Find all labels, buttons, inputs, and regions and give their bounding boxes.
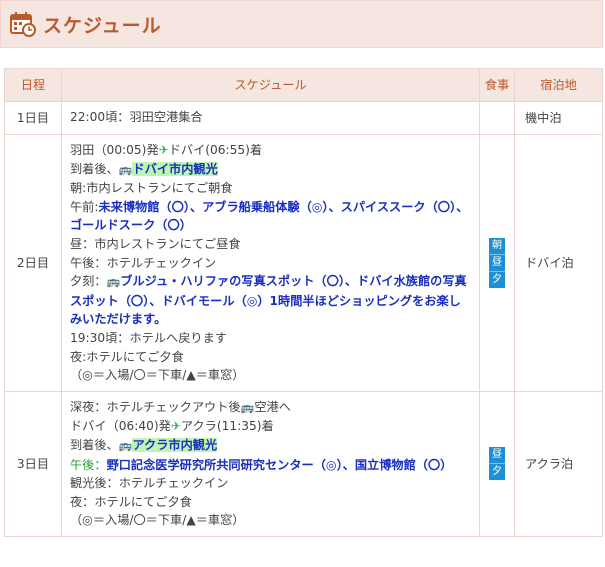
- table-row: 1日目 22:00頃：羽田空港集合 機中泊: [4, 101, 603, 135]
- evening-line: 夕刻：🚌ブルジュ・ハリファの写真スポット（〇）、ドバイ水族館の写真スポット（〇）…: [70, 272, 471, 329]
- meal-badge: 朝 昼 夕: [489, 237, 505, 288]
- meal-dinner: 夕: [492, 466, 502, 478]
- meal-dinner: 夕: [492, 273, 502, 285]
- flight-arrival: アクラ(11:35)着: [180, 419, 274, 434]
- schedule-cell: 深夜：ホテルチェックアウト後🚌空港へ ドバイ（06:40)発✈アクラ(11:35…: [61, 390, 480, 537]
- day-cell: 3日目: [4, 390, 62, 537]
- schedule-page: スケジュール 日程 スケジュール 食事 宿泊地 1日目 22:00頃：羽田空港集…: [0, 0, 605, 567]
- stay-cell: ドバイ泊: [514, 134, 603, 392]
- bus-icon: 🚌: [106, 275, 121, 289]
- bus-icon: 🚌: [118, 162, 133, 176]
- schedule-cell: 羽田（00:05)発✈ドバイ(06:55)着 到着後、🚌ドバイ市内観光 朝:市内…: [61, 134, 480, 392]
- page-title: スケジュール: [43, 14, 162, 37]
- legend-line: （◎＝入場/〇＝下車/▲＝車窓）: [70, 368, 245, 383]
- col-header-stay: 宿泊地: [514, 68, 603, 102]
- calendar-icon: [9, 10, 37, 38]
- meal-cell: 昼 夕: [479, 390, 515, 537]
- flight-departure: ドバイ（06:40)発: [70, 419, 171, 434]
- stay-cell: アクラ泊: [514, 390, 603, 537]
- meal-breakfast: 朝: [489, 238, 505, 255]
- plane-icon: ✈: [170, 419, 181, 434]
- checkout-text: 深夜：ホテルチェックアウト後: [70, 399, 241, 414]
- afternoon-line: 午後：ホテルチェックイン: [70, 255, 217, 270]
- morning-label: 午前:: [70, 199, 99, 214]
- col-header-meal: 食事: [479, 68, 515, 102]
- arrival-line: 到着後、🚌ドバイ市内観光: [70, 160, 471, 180]
- checkout-line: 深夜：ホテルチェックアウト後🚌空港へ: [70, 398, 471, 418]
- col-header-day: 日程: [4, 68, 62, 102]
- arrival-line: 到着後、🚌アクラ市内観光: [70, 436, 471, 456]
- afternoon-spots: 野口記念医学研究所共同研究センター（◎）、国立博物館（〇）: [106, 457, 453, 472]
- to-airport-text: 空港へ: [254, 399, 291, 414]
- city-tour-highlight: アクラ市内観光: [132, 437, 218, 452]
- arrival-prefix: 到着後、: [70, 161, 119, 176]
- arrival-prefix: 到着後、: [70, 437, 119, 452]
- dinner-line: 夜:ホテルにてご夕食: [70, 349, 184, 364]
- plane-icon: ✈: [158, 143, 169, 157]
- meal-cell: 朝 昼 夕: [479, 134, 515, 392]
- city-tour-highlight: ドバイ市内観光: [132, 161, 218, 176]
- breakfast-line: 朝:市内レストランにてご朝食: [70, 181, 233, 196]
- flight-line: 羽田（00:05)発✈ドバイ(06:55)着: [70, 141, 471, 160]
- schedule-cell: 22:00頃：羽田空港集合: [61, 101, 480, 135]
- day-cell: 1日目: [4, 101, 62, 135]
- evening-label: 夕刻：: [70, 274, 107, 289]
- morning-line: 午前:未来博物館（〇）、アブラ船乗船体験（◎）、スパイススーク（〇）、ゴールドス…: [70, 198, 471, 235]
- schedule-table: 日程 スケジュール 食事 宿泊地 1日目 22:00頃：羽田空港集合 機中泊 2…: [4, 68, 603, 537]
- day-cell: 2日目: [4, 134, 62, 392]
- meal-badge: 昼 夕: [489, 447, 505, 481]
- evening-spots: ブルジュ・ハリファの写真スポット（〇）、ドバイ水族館の写真スポット（〇）、ドバイ…: [70, 274, 467, 327]
- checkin-line: 観光後：ホテルチェックイン: [70, 476, 229, 491]
- dinner-line: 夜：ホテルにてご夕食: [70, 494, 192, 509]
- meal-cell: [479, 101, 515, 135]
- flight-arrival: ドバイ(06:55)着: [168, 143, 263, 157]
- table-header-row: 日程 スケジュール 食事 宿泊地: [4, 68, 603, 102]
- section-header: スケジュール: [0, 0, 603, 48]
- return-line: 19:30頃：ホテルへ戻ります: [70, 330, 227, 345]
- table-row: 2日目 羽田（00:05)発✈ドバイ(06:55)着 到着後、🚌ドバイ市内観光 …: [4, 134, 603, 392]
- bus-icon: 🚌: [240, 400, 255, 414]
- afternoon-line: 午後：野口記念医学研究所共同研究センター（◎）、国立博物館（〇）: [70, 456, 471, 475]
- meal-lunch: 昼: [489, 255, 505, 272]
- stay-cell: 機中泊: [514, 101, 603, 135]
- flight-departure: 羽田（00:05)発: [70, 143, 159, 157]
- col-header-schedule: スケジュール: [61, 68, 480, 102]
- bus-icon: 🚌: [118, 438, 133, 452]
- morning-spots: 未来博物館（〇）、アブラ船乗船体験（◎）、スパイススーク（〇）、ゴールドスーク（…: [70, 199, 469, 233]
- afternoon-label: 午後：: [70, 457, 107, 472]
- lunch-line: 昼：市内レストランにてご昼食: [70, 236, 241, 251]
- legend-line: （◎＝入場/〇＝下車/▲＝車窓）: [70, 513, 245, 528]
- schedule-line: 22:00頃：羽田空港集合: [70, 110, 203, 124]
- table-row: 3日目 深夜：ホテルチェックアウト後🚌空港へ ドバイ（06:40)発✈アクラ(1…: [4, 390, 603, 537]
- flight-line: ドバイ（06:40)発✈アクラ(11:35)着: [70, 417, 471, 436]
- meal-lunch: 昼: [489, 447, 505, 465]
